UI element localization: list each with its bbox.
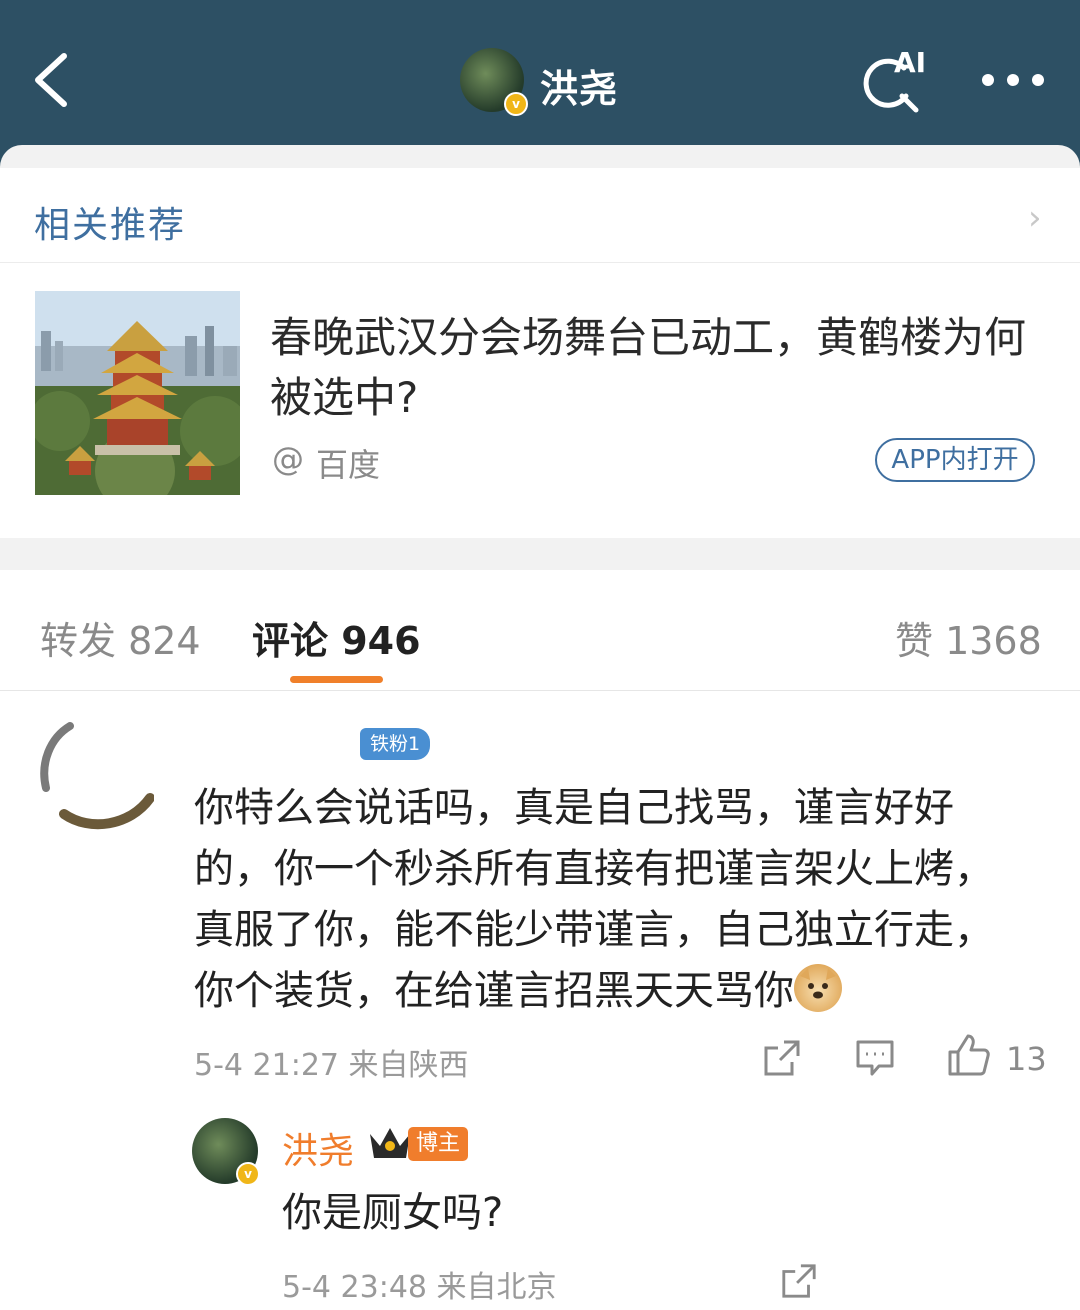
recommend-title: 相关推荐 (34, 205, 187, 246)
comment-icon[interactable] (855, 1038, 895, 1078)
back-icon[interactable] (28, 48, 88, 112)
ai-label: AI (894, 46, 927, 79)
fan-level-badge: 铁粉1 (360, 728, 430, 760)
page-title[interactable]: 洪尧 (540, 58, 618, 113)
open-in-app-button[interactable]: APP内打开 (875, 438, 1035, 482)
tab-likes[interactable]: 赞 1368 (895, 610, 1042, 665)
tabs-divider (0, 690, 1080, 691)
comment-text: 你特么会说话吗，真是自己找骂，谨言好好的，你一个秒杀所有直接有把谨言架火上烤，真… (194, 785, 994, 1014)
tab-comments[interactable]: 评论 946 (252, 610, 421, 665)
tab-reposts[interactable]: 转发 824 (40, 610, 201, 665)
like-count: 13 (1006, 1040, 1047, 1078)
section-divider (0, 538, 1080, 570)
avatar[interactable]: v (192, 1118, 260, 1186)
reply-text: 你是厕女吗? (282, 1190, 504, 1236)
more-icon[interactable] (978, 60, 1048, 100)
article-title[interactable]: 春晚武汉分会场舞台已动工，黄鹤楼为何被选中? (270, 308, 1040, 428)
verified-icon: v (504, 92, 528, 116)
doge-emoji-icon (794, 964, 842, 1012)
verified-icon: v (236, 1162, 260, 1186)
author-badge: 博主 (408, 1127, 468, 1161)
reply-author-name[interactable]: 洪尧 (282, 1122, 354, 1174)
like-icon[interactable] (946, 1032, 992, 1078)
share-icon[interactable] (780, 1262, 818, 1300)
reply-meta: 5-4 23:48 来自北京 (282, 1270, 557, 1305)
chevron-right-icon[interactable]: › (1028, 198, 1042, 238)
active-tab-indicator (290, 676, 383, 683)
avatar[interactable] (40, 718, 155, 832)
source-at-symbol: @ (272, 440, 304, 478)
ai-search-button[interactable]: AI (858, 46, 934, 116)
article-thumbnail[interactable] (35, 291, 240, 495)
article-source: 百度 (316, 446, 381, 484)
comment-meta: 5-4 21:27 来自陕西 (194, 1048, 469, 1083)
avatar[interactable]: v (460, 48, 528, 116)
share-icon[interactable] (762, 1038, 802, 1078)
